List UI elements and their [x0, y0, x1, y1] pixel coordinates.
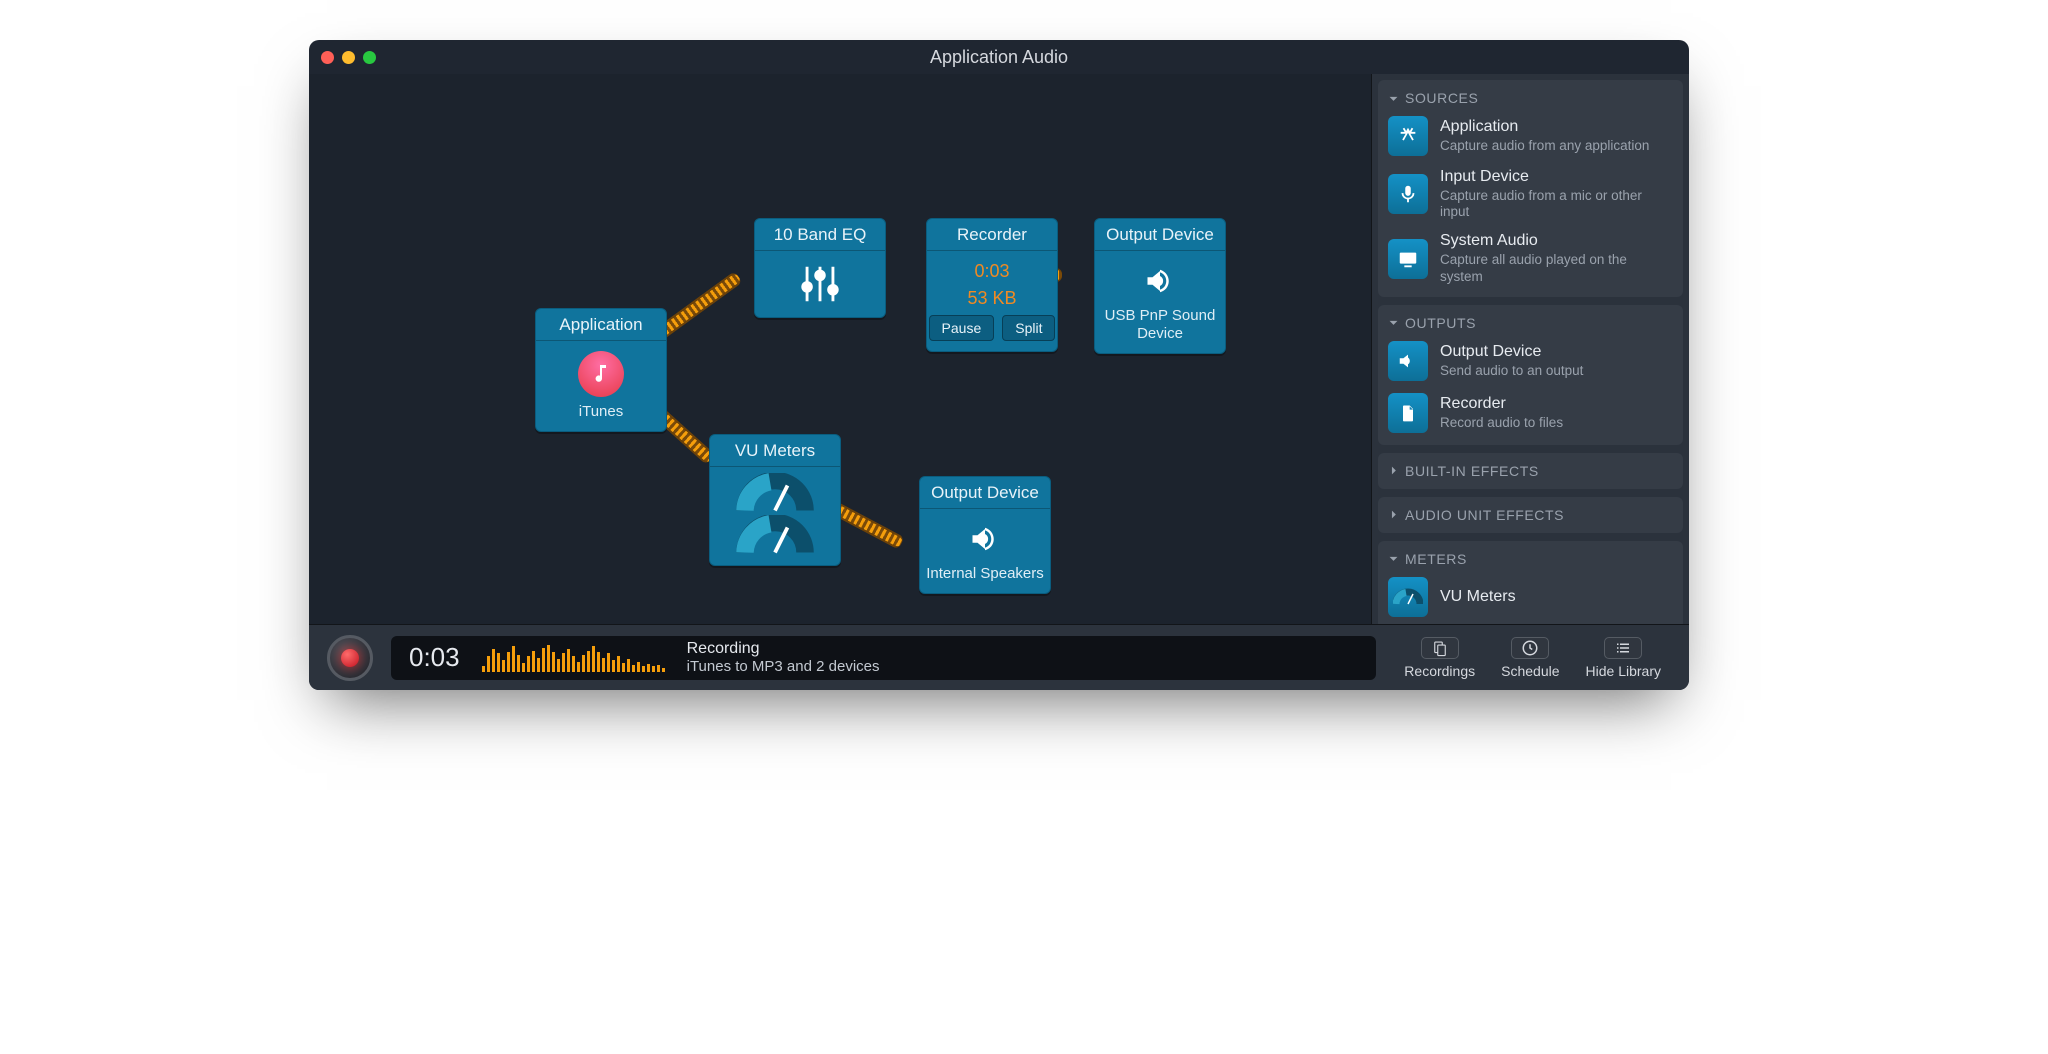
- routing-canvas[interactable]: Application iTunes 10 Band EQ Recorder 0…: [309, 74, 1371, 624]
- vu-gauge-icon: [729, 515, 821, 555]
- item-desc: Capture all audio played on the system: [1440, 252, 1673, 284]
- item-desc: Send audio to an output: [1440, 363, 1673, 379]
- status-time: 0:03: [409, 642, 460, 673]
- close-icon[interactable]: [321, 51, 334, 64]
- titlebar: Application Audio: [309, 40, 1689, 74]
- output-recorder[interactable]: Recorder Record audio to files: [1388, 387, 1673, 439]
- item-name: Recorder: [1440, 395, 1673, 413]
- panel-title-label: BUILT-IN EFFECTS: [1405, 463, 1539, 479]
- node-output-usb[interactable]: Output Device USB PnP Sound Device: [1094, 218, 1226, 354]
- source-input-device[interactable]: Input Device Capture audio from a mic or…: [1388, 162, 1673, 226]
- source-system-audio[interactable]: System Audio Capture all audio played on…: [1388, 226, 1673, 290]
- status-line2: iTunes to MP3 and 2 devices: [687, 658, 880, 676]
- item-desc: Capture audio from any application: [1440, 138, 1673, 154]
- panel-meters: METERS VU Meters: [1378, 541, 1683, 624]
- schedule-icon: [1511, 637, 1549, 659]
- vu-icon: [1388, 577, 1428, 617]
- app-window: Application Audio Application iTunes 10 …: [309, 40, 1689, 690]
- node-title: VU Meters: [710, 435, 840, 467]
- item-name: Output Device: [1440, 343, 1673, 361]
- panel-sources: SOURCES Application Capture audio from a…: [1378, 80, 1683, 297]
- list-icon: [1604, 637, 1642, 659]
- meter-vu[interactable]: VU Meters: [1388, 571, 1673, 623]
- node-vu-meters[interactable]: VU Meters: [709, 434, 841, 566]
- itunes-icon: [578, 351, 624, 397]
- panel-title-label: AUDIO UNIT EFFECTS: [1405, 507, 1564, 523]
- panel-title-label: OUTPUTS: [1405, 315, 1476, 331]
- footer-buttons: Recordings Schedule Hide Library: [1394, 633, 1671, 683]
- chevron-right-icon: [1388, 465, 1399, 476]
- schedule-button[interactable]: Schedule: [1491, 633, 1569, 683]
- panel-title-label: SOURCES: [1405, 90, 1478, 106]
- node-sublabel: iTunes: [579, 403, 623, 421]
- monitor-icon: [1388, 239, 1428, 279]
- status-line1: Recording: [687, 640, 760, 657]
- app-icon: [1388, 116, 1428, 156]
- speaker-icon: [1388, 341, 1428, 381]
- sliders-icon: [797, 261, 843, 307]
- node-eq[interactable]: 10 Band EQ: [754, 218, 886, 318]
- item-desc: Record audio to files: [1440, 415, 1673, 431]
- recordings-button[interactable]: Recordings: [1394, 633, 1485, 683]
- panel-header-builtin[interactable]: BUILT-IN EFFECTS: [1388, 459, 1673, 483]
- item-desc: Capture audio from a mic or other input: [1440, 188, 1673, 220]
- window-controls: [321, 51, 376, 64]
- panel-header-sources[interactable]: SOURCES: [1388, 86, 1673, 110]
- node-title: Application: [536, 309, 666, 341]
- library-sidebar: SOURCES Application Capture audio from a…: [1371, 74, 1689, 624]
- pause-button[interactable]: Pause: [929, 315, 995, 341]
- chevron-down-icon: [1388, 93, 1399, 104]
- node-title: Recorder: [927, 219, 1057, 251]
- panel-header-outputs[interactable]: OUTPUTS: [1388, 311, 1673, 335]
- document-icon: [1388, 393, 1428, 433]
- window-title: Application Audio: [309, 47, 1689, 68]
- footer-label: Hide Library: [1586, 663, 1661, 679]
- chevron-right-icon: [1388, 509, 1399, 520]
- status-text: Recording iTunes to MP3 and 2 devices: [687, 639, 880, 676]
- node-application[interactable]: Application iTunes: [535, 308, 667, 432]
- output-device[interactable]: Output Device Send audio to an output: [1388, 335, 1673, 387]
- bottom-bar: 0:03 Recording iTunes to MP3 and 2 devic…: [309, 624, 1689, 690]
- item-name: Input Device: [1440, 168, 1673, 186]
- source-application[interactable]: Application Capture audio from any appli…: [1388, 110, 1673, 162]
- recorder-time: 0:03: [974, 261, 1009, 282]
- node-sublabel: USB PnP Sound Device: [1101, 307, 1219, 343]
- node-sublabel: Internal Speakers: [926, 565, 1044, 583]
- record-indicator-icon: [341, 649, 359, 667]
- mic-icon: [1388, 174, 1428, 214]
- chevron-down-icon: [1388, 553, 1399, 564]
- panel-header-meters[interactable]: METERS: [1388, 547, 1673, 571]
- speaker-icon: [1135, 261, 1185, 301]
- panel-title-label: METERS: [1405, 551, 1467, 567]
- footer-label: Recordings: [1404, 663, 1475, 679]
- split-button[interactable]: Split: [1002, 315, 1055, 341]
- item-name: VU Meters: [1440, 588, 1673, 606]
- node-title: Output Device: [1095, 219, 1225, 251]
- status-panel: 0:03 Recording iTunes to MP3 and 2 devic…: [391, 636, 1376, 680]
- minimize-icon[interactable]: [342, 51, 355, 64]
- record-button[interactable]: [327, 635, 373, 681]
- footer-label: Schedule: [1501, 663, 1559, 679]
- panel-builtin-effects: BUILT-IN EFFECTS: [1378, 453, 1683, 489]
- waveform-icon: [482, 644, 665, 672]
- node-recorder[interactable]: Recorder 0:03 53 KB Pause Split: [926, 218, 1058, 352]
- recordings-icon: [1421, 637, 1459, 659]
- node-title: Output Device: [920, 477, 1050, 509]
- recorder-size: 53 KB: [967, 288, 1016, 309]
- speaker-icon: [960, 519, 1010, 559]
- item-name: System Audio: [1440, 232, 1673, 250]
- hide-library-button[interactable]: Hide Library: [1576, 633, 1671, 683]
- node-output-internal[interactable]: Output Device Internal Speakers: [919, 476, 1051, 594]
- panel-au-effects: AUDIO UNIT EFFECTS: [1378, 497, 1683, 533]
- node-title: 10 Band EQ: [755, 219, 885, 251]
- chevron-down-icon: [1388, 317, 1399, 328]
- panel-header-au[interactable]: AUDIO UNIT EFFECTS: [1388, 503, 1673, 527]
- item-name: Application: [1440, 118, 1673, 136]
- zoom-icon[interactable]: [363, 51, 376, 64]
- panel-outputs: OUTPUTS Output Device Send audio to an o…: [1378, 305, 1683, 445]
- vu-gauge-icon: [729, 473, 821, 513]
